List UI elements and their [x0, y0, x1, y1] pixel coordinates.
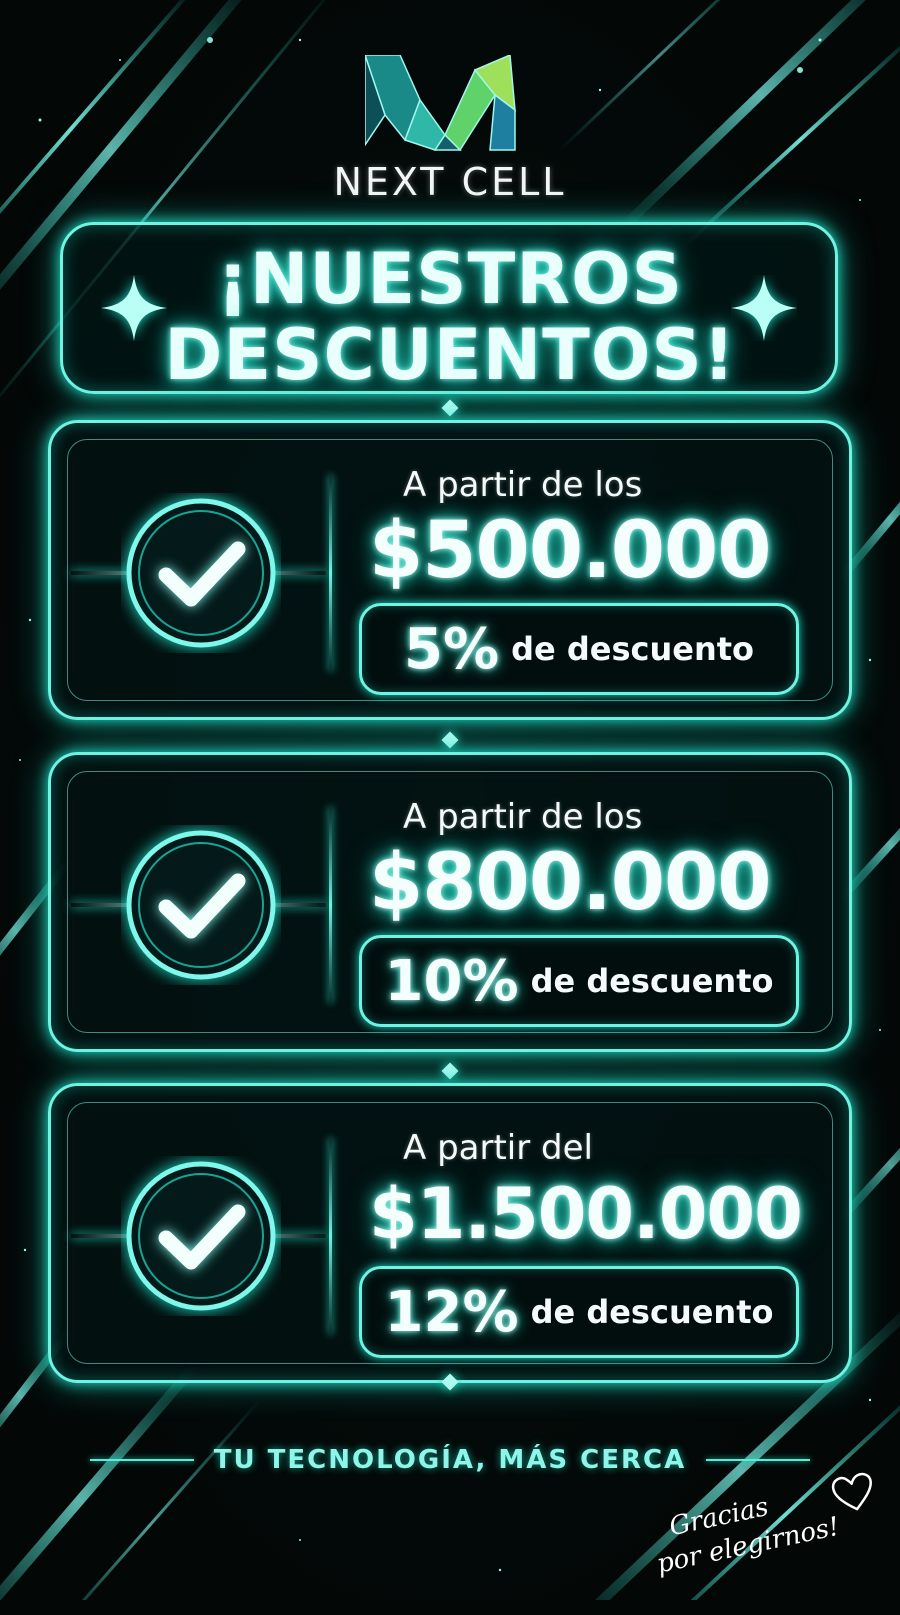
page-title-line-2: DESCUENTOS!	[164, 314, 736, 396]
nc-logo-icon	[365, 55, 516, 152]
discount-label: de descuento	[511, 630, 754, 668]
heart-icon	[831, 1472, 872, 1511]
page-title-line-1: ¡NUESTROS	[216, 238, 684, 320]
tier-amount: $1.500.000	[369, 1173, 803, 1255]
discount-tier-card: A partir del $1.500.000 12% de descuento	[48, 1083, 852, 1383]
discount-tier-card: A partir de los $500.000 5% de descuento	[48, 420, 852, 720]
tier-prefix: A partir de los	[403, 465, 643, 505]
discount-pill: 10% de descuento	[359, 935, 799, 1027]
card-divider	[329, 1138, 332, 1334]
check-icon	[126, 830, 276, 980]
divider-line	[90, 1459, 194, 1461]
discount-label: de descuento	[530, 962, 774, 1000]
divider-line	[706, 1459, 810, 1461]
discount-label: de descuento	[530, 1293, 774, 1331]
discount-tier-card: A partir de los $800.000 10% de descuent…	[48, 752, 852, 1052]
check-icon	[126, 1161, 276, 1311]
tier-prefix: A partir del	[403, 1128, 593, 1168]
brand-name: NEXT CELL	[333, 160, 567, 204]
tier-prefix: A partir de los	[403, 797, 643, 837]
discount-percent: 12%	[384, 1279, 519, 1345]
discount-percent: 5%	[404, 616, 500, 682]
discount-pill: 5% de descuento	[359, 603, 799, 695]
tagline: TU TECNOLOGÍA, MÁS CERCA	[213, 1445, 687, 1475]
card-divider	[329, 475, 332, 671]
discount-percent: 10%	[384, 948, 519, 1014]
tier-amount: $800.000	[369, 838, 772, 928]
card-divider	[329, 807, 332, 1003]
tier-amount: $500.000	[369, 506, 772, 596]
discount-pill: 12% de descuento	[359, 1266, 799, 1358]
check-icon	[126, 498, 276, 648]
tagline-row: TU TECNOLOGÍA, MÁS CERCA	[90, 1440, 810, 1480]
